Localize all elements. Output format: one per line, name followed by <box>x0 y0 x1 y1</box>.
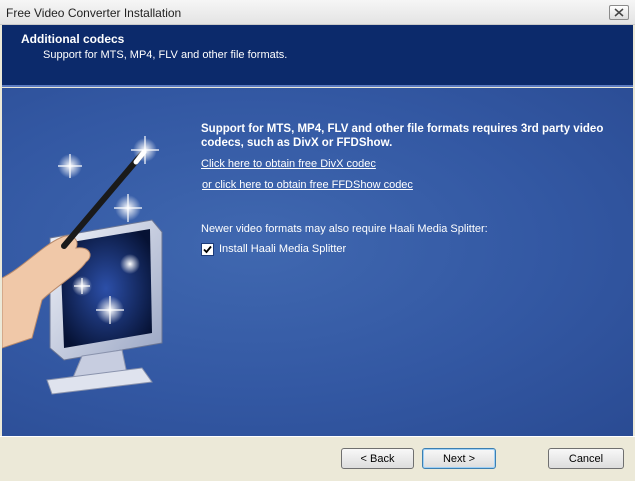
wizard-illustration <box>2 136 163 395</box>
ffdshow-codec-link[interactable]: or click here to obtain free FFDShow cod… <box>202 179 413 191</box>
installer-window: Free Video Converter Installation Additi… <box>0 0 635 481</box>
cancel-button[interactable]: Cancel <box>548 448 624 469</box>
check-icon <box>203 245 212 254</box>
next-button[interactable]: Next > <box>422 448 496 469</box>
title-bar: Free Video Converter Installation <box>0 0 635 25</box>
divx-codec-link[interactable]: Click here to obtain free DivX codec <box>201 158 376 170</box>
page-subtitle: Support for MTS, MP4, FLV and other file… <box>43 49 288 61</box>
close-icon <box>614 8 624 17</box>
window-title: Free Video Converter Installation <box>6 6 182 20</box>
haali-splitter-checkbox[interactable] <box>201 243 214 256</box>
page-title: Additional codecs <box>21 32 125 46</box>
button-bar: < Back Next > Cancel <box>0 436 635 481</box>
splitter-note: Newer video formats may also require Haa… <box>201 223 488 235</box>
main-panel: Support for MTS, MP4, FLV and other file… <box>2 88 633 436</box>
back-button[interactable]: < Back <box>341 448 414 469</box>
close-button[interactable] <box>609 5 629 20</box>
haali-splitter-label[interactable]: Install Haali Media Splitter <box>219 243 346 255</box>
codec-description: Support for MTS, MP4, FLV and other file… <box>201 123 604 149</box>
header-banner: Additional codecs Support for MTS, MP4, … <box>2 25 633 87</box>
